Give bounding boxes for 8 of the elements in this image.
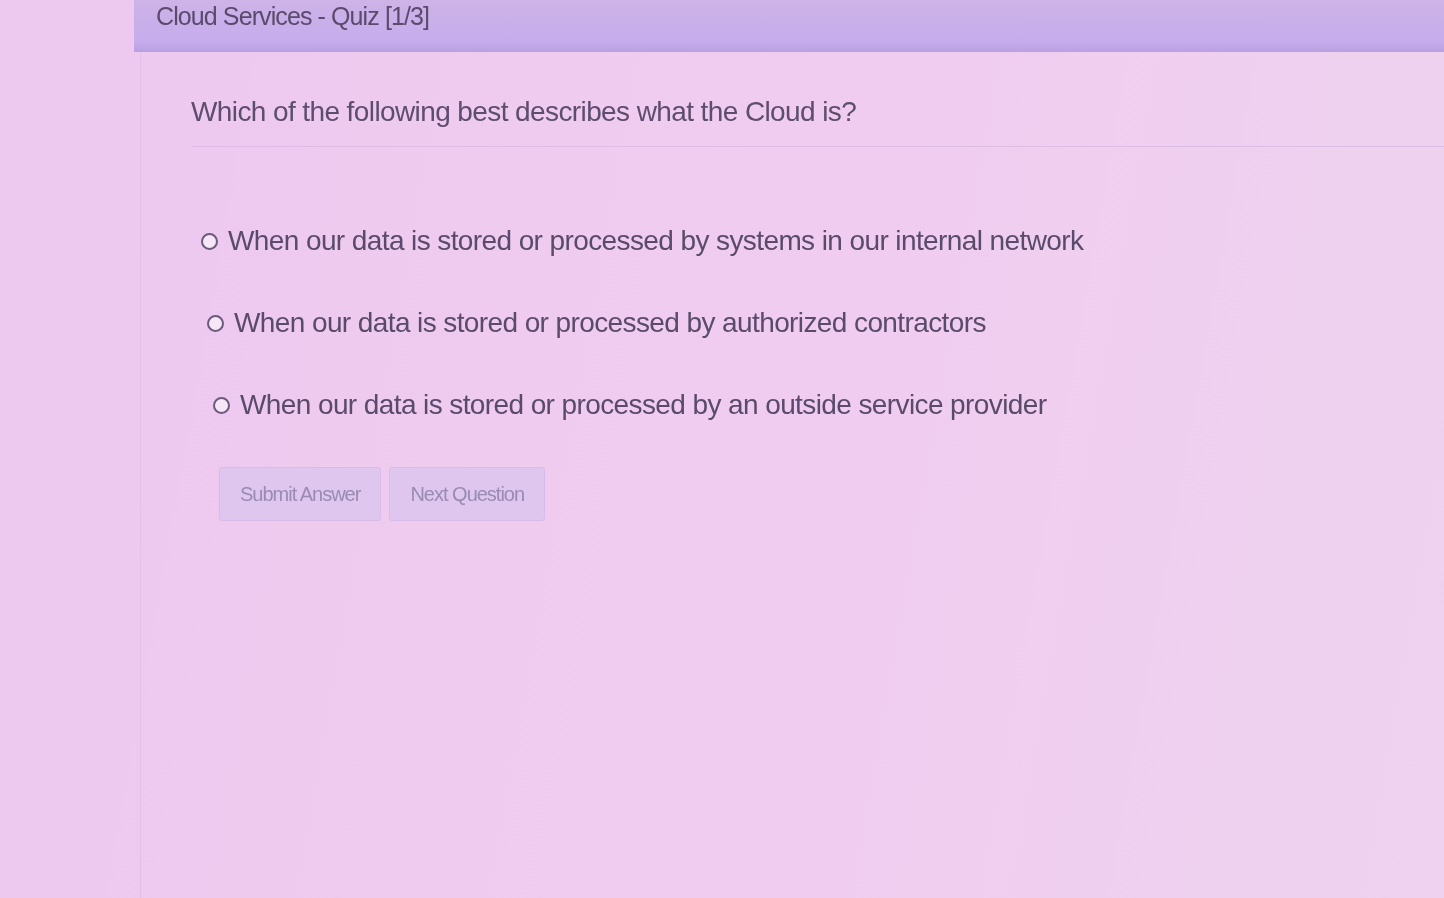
question-text: Which of the following best describes what the Cloud is? [191, 96, 1444, 147]
option-label[interactable]: When our data is stored or processed by authorized contractors [234, 307, 986, 339]
quiz-title: Cloud Services - Quiz [1/3] [156, 2, 430, 31]
option-label[interactable]: When our data is stored or processed by systems in our internal network [228, 225, 1084, 257]
radio-button-icon[interactable] [201, 232, 218, 250]
option-label[interactable]: When our data is stored or processed by an outside service provider [240, 389, 1047, 421]
radio-button-icon[interactable] [207, 314, 224, 332]
radio-button-icon[interactable] [213, 396, 230, 414]
